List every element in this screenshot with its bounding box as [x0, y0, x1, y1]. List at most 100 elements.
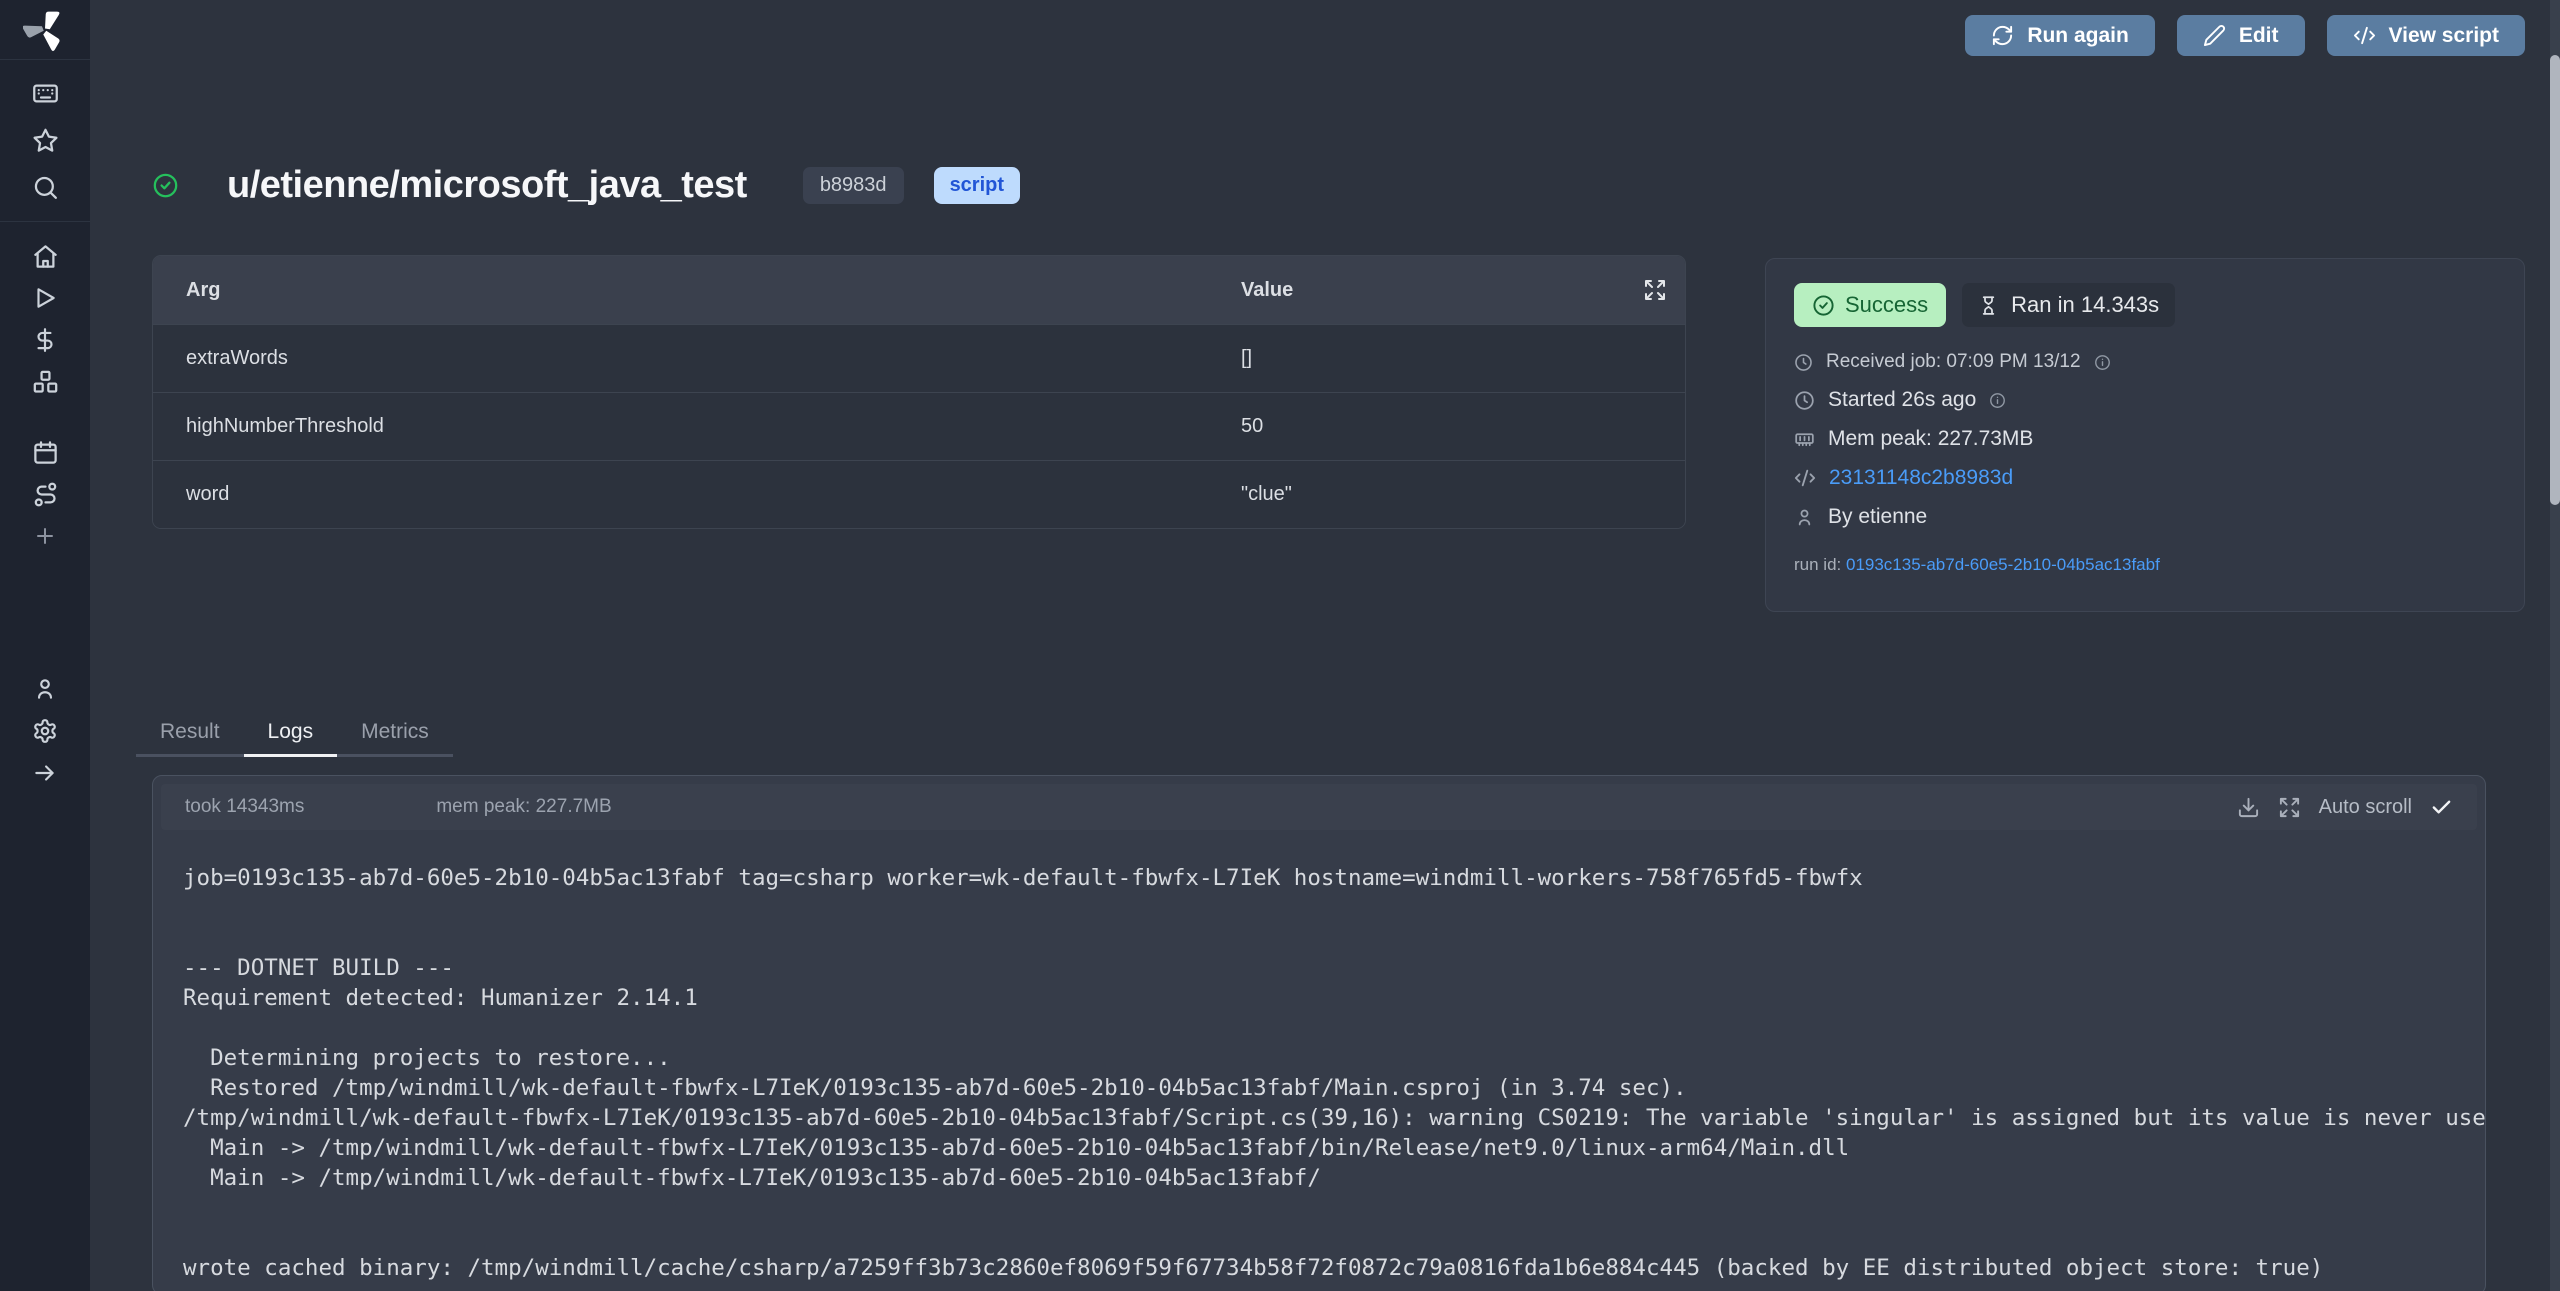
sidebar-item-user[interactable]	[0, 668, 90, 710]
log-panel: took 14343ms mem peak: 227.7MB Auto scro…	[152, 775, 2486, 1291]
sidebar-item-expand[interactable]	[0, 752, 90, 794]
table-row: highNumberThreshold 50	[153, 392, 1685, 460]
sidebar-item-apps[interactable]	[0, 70, 90, 117]
script-badge: script	[934, 167, 1020, 204]
sidebar-item-variables[interactable]	[0, 319, 90, 361]
sidebar-item-search[interactable]	[0, 164, 90, 211]
memory-icon	[1794, 429, 1815, 450]
log-header: took 14343ms mem peak: 227.7MB Auto scro…	[161, 784, 2477, 830]
sidebar-item-settings[interactable]	[0, 710, 90, 752]
tab-result[interactable]: Result	[136, 712, 244, 757]
clock-icon	[1794, 353, 1813, 372]
view-script-label: View script	[2389, 24, 2500, 48]
pencil-icon	[2203, 24, 2226, 47]
arg-name: extraWords	[153, 347, 1233, 370]
page-title: u/etienne/microsoft_java_test	[227, 164, 747, 207]
settings-gear-icon	[32, 718, 58, 744]
expand-arrow-icon	[32, 760, 58, 786]
duration-label: Ran in 14.343s	[2011, 292, 2159, 318]
sidebar-item-home[interactable]	[0, 235, 90, 277]
log-took: took 14343ms	[185, 796, 304, 818]
col-arg: Arg	[153, 279, 1233, 302]
script-hash-link[interactable]: 23131148c2b8983d	[1829, 466, 2013, 490]
run-id-row: run id: 0193c135-ab7d-60e5-2b10-04b5ac13…	[1794, 555, 2496, 575]
edit-label: Edit	[2239, 24, 2279, 48]
runs-play-icon	[32, 285, 58, 311]
run-again-label: Run again	[2027, 24, 2129, 48]
tab-logs[interactable]: Logs	[244, 712, 338, 757]
download-icon	[2237, 796, 2260, 819]
received-job-label: Received job: 07:09 PM 13/12	[1826, 351, 2081, 373]
mem-peak-label: Mem peak: 227.73MB	[1828, 427, 2033, 451]
info-icon[interactable]	[1989, 392, 2006, 409]
expand-icon	[2278, 796, 2301, 819]
apps-icon	[32, 80, 59, 107]
hash-badge: b8983d	[803, 167, 904, 204]
edit-button[interactable]: Edit	[2177, 15, 2305, 56]
auto-scroll-toggle[interactable]	[2430, 796, 2453, 819]
circle-check-icon	[1812, 294, 1835, 317]
expand-icon	[1643, 278, 1667, 302]
refresh-icon	[1991, 24, 2014, 47]
log-content[interactable]: job=0193c135-ab7d-60e5-2b10-04b5ac13fabf…	[153, 838, 2485, 1291]
sidebar	[0, 0, 90, 1291]
sidebar-item-create[interactable]	[0, 515, 90, 557]
auto-scroll-label: Auto scroll	[2319, 796, 2412, 819]
expand-args-button[interactable]	[1643, 278, 1667, 302]
args-table: Arg Value extraWords [] highNumberThresh…	[152, 255, 1686, 529]
table-row: extraWords []	[153, 324, 1685, 392]
sidebar-item-runs[interactable]	[0, 277, 90, 319]
run-id-label: run id:	[1794, 555, 1841, 574]
view-script-button[interactable]: View script	[2327, 15, 2526, 56]
expand-logs-button[interactable]	[2278, 796, 2301, 819]
script-hash-row: 23131148c2b8983d	[1794, 466, 2496, 490]
download-logs-button[interactable]	[2237, 796, 2260, 819]
table-row: word "clue"	[153, 460, 1685, 528]
sidebar-item-workers[interactable]	[0, 473, 90, 515]
args-table-header: Arg Value	[153, 256, 1685, 324]
windmill-logo[interactable]	[0, 0, 90, 60]
status-badge: Success	[1794, 283, 1946, 327]
scrollbar-thumb[interactable]	[2550, 55, 2560, 505]
sidebar-item-favorites[interactable]	[0, 117, 90, 164]
hourglass-icon	[1978, 295, 1999, 316]
received-job-row: Received job: 07:09 PM 13/12	[1794, 351, 2496, 373]
status-panel: Success Ran in 14.343s Received job: 07:…	[1765, 258, 2525, 612]
favorites-star-icon	[32, 127, 59, 154]
clock-icon	[1794, 390, 1815, 411]
variables-dollar-icon	[32, 327, 58, 353]
arg-value: "clue"	[1233, 483, 1685, 506]
user-icon	[32, 676, 58, 702]
col-value: Value	[1233, 279, 1685, 302]
duration-chip: Ran in 14.343s	[1962, 283, 2175, 327]
code-icon	[2353, 24, 2376, 47]
code-icon	[1794, 467, 1816, 489]
home-icon	[32, 243, 59, 270]
sidebar-item-schedules[interactable]	[0, 431, 90, 473]
run-again-button[interactable]: Run again	[1965, 15, 2155, 56]
page-scrollbar[interactable]	[2550, 0, 2560, 1291]
log-mem-peak: mem peak: 227.7MB	[436, 796, 611, 818]
search-icon	[32, 174, 59, 201]
started-label: Started 26s ago	[1828, 388, 1976, 412]
run-id-link[interactable]: 0193c135-ab7d-60e5-2b10-04b5ac13fabf	[1846, 555, 2160, 574]
sidebar-item-resources[interactable]	[0, 361, 90, 403]
sidebar-divider	[0, 221, 90, 222]
arg-value: 50	[1233, 415, 1685, 438]
tab-metrics[interactable]: Metrics	[337, 712, 453, 757]
run-header: u/etienne/microsoft_java_test b8983d scr…	[152, 156, 1020, 214]
resources-boxes-icon	[32, 369, 59, 396]
info-icon[interactable]	[2094, 354, 2111, 371]
success-check-icon	[152, 172, 179, 199]
create-plus-icon	[33, 524, 57, 548]
result-tabs: Result Logs Metrics	[136, 712, 453, 757]
author-label: By etienne	[1828, 505, 1927, 529]
mem-peak-row: Mem peak: 227.73MB	[1794, 427, 2496, 451]
started-row: Started 26s ago	[1794, 388, 2496, 412]
user-icon	[1794, 507, 1815, 528]
workers-route-icon	[32, 481, 59, 508]
arg-value: []	[1233, 347, 1685, 370]
status-label: Success	[1845, 292, 1928, 318]
author-row: By etienne	[1794, 505, 2496, 529]
arg-name: highNumberThreshold	[153, 415, 1233, 438]
